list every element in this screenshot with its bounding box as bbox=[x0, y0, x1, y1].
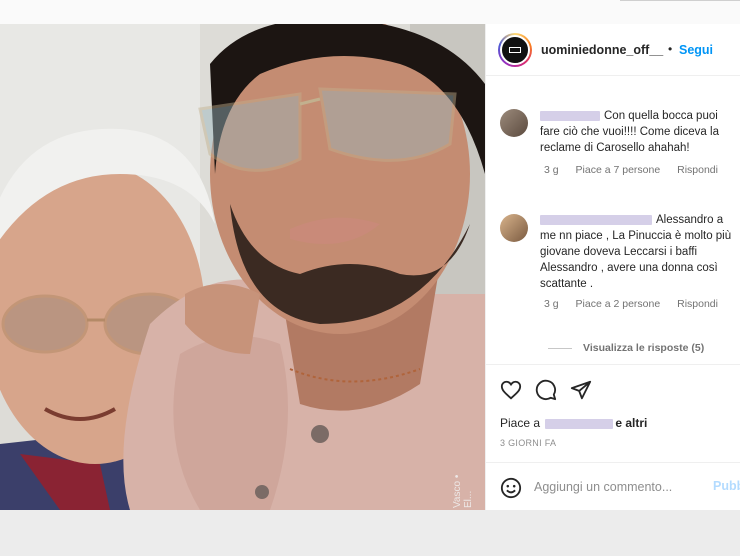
comment-text: Alessandro a me nn piace , La Pinuccia è… bbox=[540, 214, 732, 290]
emoji-icon[interactable] bbox=[500, 477, 522, 499]
view-replies-button[interactable]: Visualizza le risposte (5) bbox=[583, 342, 704, 354]
post-side-panel: uominiedonne_off__ • Segui Con quella bo… bbox=[485, 24, 740, 510]
account-avatar[interactable] bbox=[498, 33, 532, 67]
likes-summary[interactable]: Piace a e altri bbox=[500, 416, 647, 430]
likes-prefix: Piace a bbox=[500, 416, 541, 430]
post-modal: Vasco • El... uominiedonne_off__ • Segui… bbox=[0, 24, 740, 510]
comment-composer: Pubb bbox=[486, 462, 740, 510]
view-replies-label: Visualizza le risposte (5) bbox=[583, 342, 705, 354]
comment-body: Alessandro a me nn piace , La Pinuccia è… bbox=[540, 212, 740, 292]
redacted-liker bbox=[545, 418, 614, 429]
redacted-username bbox=[540, 110, 600, 121]
browser-top-strip bbox=[0, 0, 740, 24]
top-divider bbox=[620, 0, 740, 1]
comment-likes[interactable]: Piace a 2 persone bbox=[576, 298, 661, 310]
comment-input[interactable] bbox=[534, 477, 704, 497]
redacted-username bbox=[540, 214, 652, 225]
avatar-logo bbox=[509, 47, 521, 53]
photo-illustration bbox=[0, 24, 485, 510]
comment-likes[interactable]: Piace a 7 persone bbox=[576, 164, 661, 176]
post-header: uominiedonne_off__ • Segui bbox=[486, 24, 740, 76]
page-bottom-strip bbox=[0, 510, 740, 556]
avatar-image bbox=[500, 35, 530, 65]
replies-divider bbox=[548, 348, 572, 349]
header-separator: • bbox=[668, 42, 673, 56]
comment-time: 3 g bbox=[544, 298, 559, 310]
share-icon[interactable] bbox=[570, 379, 592, 401]
commenter-avatar[interactable] bbox=[500, 109, 528, 137]
post-photo[interactable]: Vasco • El... bbox=[0, 24, 485, 510]
photo-watermark: Vasco • El... bbox=[452, 474, 474, 508]
comment-meta: 3 g Piace a 2 persone Rispondi bbox=[544, 298, 732, 310]
post-date[interactable]: 3 GIORNI FA bbox=[500, 438, 556, 448]
heart-icon[interactable] bbox=[500, 379, 522, 401]
publish-button[interactable]: Pubb bbox=[713, 479, 740, 493]
comment-meta: 3 g Piace a 7 persone Rispondi bbox=[544, 164, 732, 176]
reply-button[interactable]: Rispondi bbox=[677, 298, 718, 310]
account-username[interactable]: uominiedonne_off__ bbox=[541, 43, 663, 57]
comment-body: Con quella bocca puoi fare ciò che vuoi!… bbox=[540, 108, 740, 156]
reply-button[interactable]: Rispondi bbox=[677, 164, 718, 176]
likes-suffix: e altri bbox=[615, 416, 648, 430]
comment-time: 3 g bbox=[544, 164, 559, 176]
follow-button[interactable]: Segui bbox=[679, 43, 713, 57]
comment-icon[interactable] bbox=[535, 379, 557, 401]
commenter-avatar[interactable] bbox=[500, 214, 528, 242]
